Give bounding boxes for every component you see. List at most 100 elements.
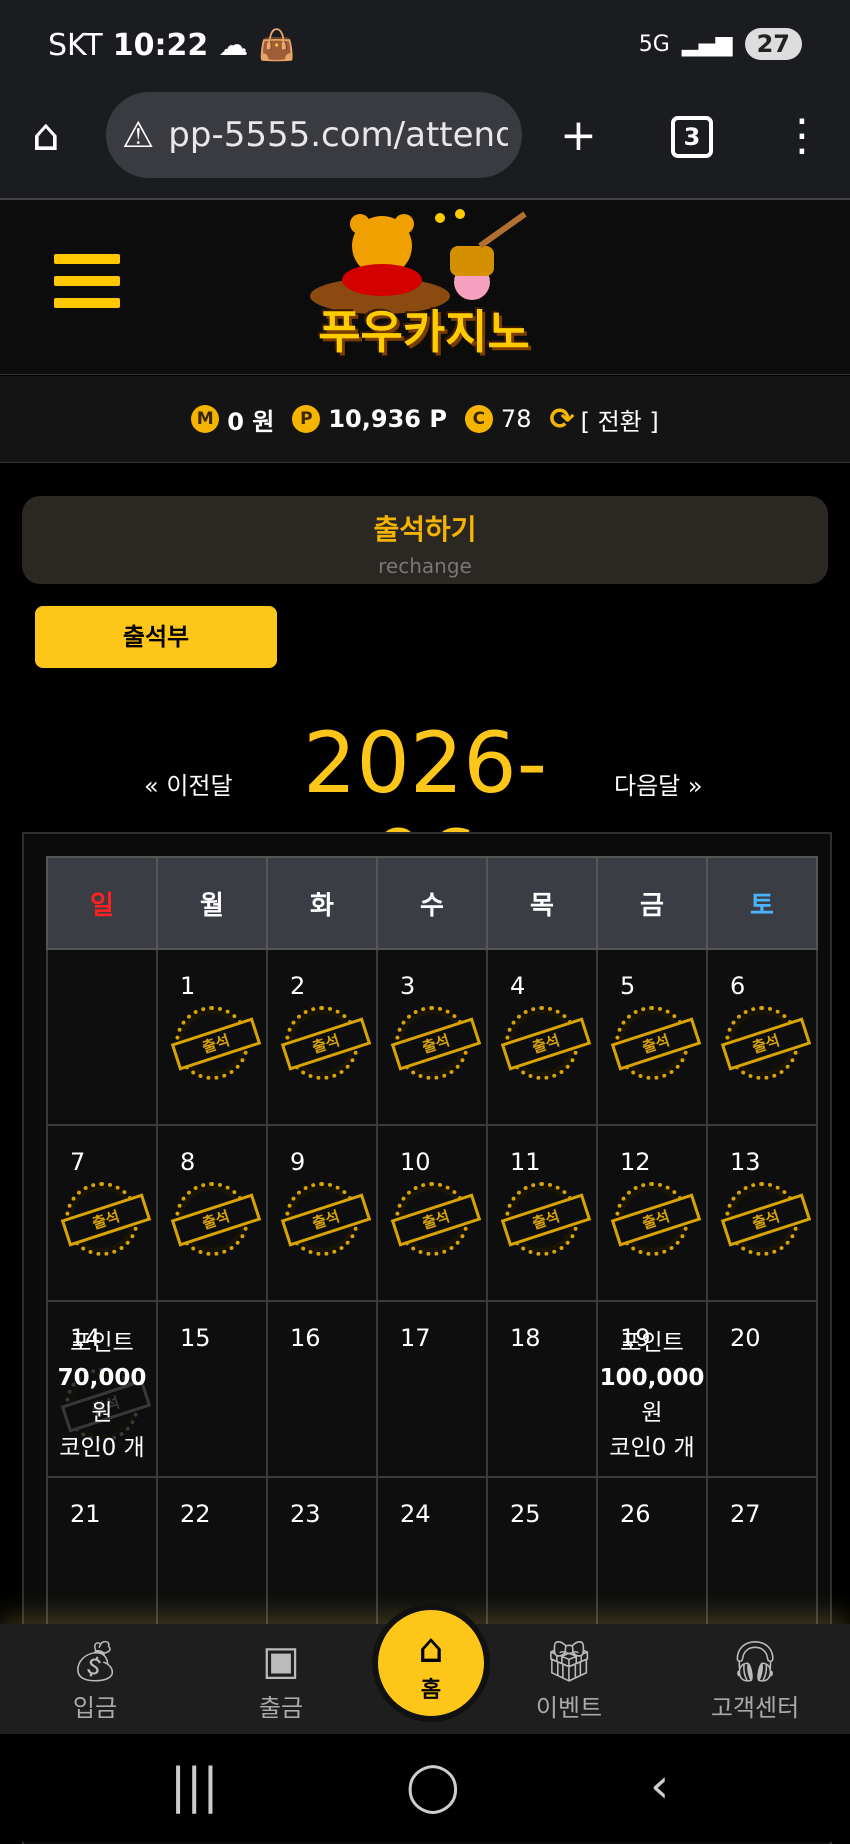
- calendar-day[interactable]: 8 출석: [156, 1124, 268, 1302]
- gift-icon[interactable]: 🎁︎: [504, 1638, 634, 1688]
- weekday-sunday: 일: [46, 856, 158, 950]
- nav-home-button[interactable]: ⌂ 홈: [372, 1604, 490, 1722]
- day-number: 7: [70, 1148, 86, 1176]
- weekday-monday: 월: [156, 856, 268, 950]
- calendar-day[interactable]: 3 출석: [376, 948, 488, 1126]
- atm-icon[interactable]: ▣: [216, 1638, 346, 1688]
- day-number: 17: [400, 1324, 431, 1352]
- calendar-day[interactable]: 19 포인트 100,000 원 코인0 개: [596, 1300, 708, 1478]
- attendance-header: 출석하기 rechange: [22, 496, 828, 584]
- attendance-stamp-icon: 출석: [610, 1182, 702, 1256]
- page-subtitle: rechange: [378, 554, 472, 578]
- calendar-day[interactable]: 12 출석: [596, 1124, 708, 1302]
- calendar-day[interactable]: 17: [376, 1300, 488, 1478]
- address-bar[interactable]: ⚠ pp-5555.com/attend: [106, 92, 522, 178]
- calendar-day[interactable]: 13 출석: [706, 1124, 818, 1302]
- network-type: 5G: [638, 31, 670, 57]
- day-number: 23: [290, 1500, 321, 1528]
- day-number: 22: [180, 1500, 211, 1528]
- signal-icon: ▂▄▆: [681, 31, 733, 57]
- day-number: 13: [730, 1148, 761, 1176]
- point-icon: P: [292, 405, 321, 433]
- warning-icon[interactable]: ⚠: [122, 115, 154, 156]
- calendar-day[interactable]: 5 출석: [596, 948, 708, 1126]
- calendar-week: 1 출석 2 출석 3 출석 4 출석 5 출석 6 출석: [46, 948, 818, 1126]
- attendance-stamp-icon: 출석: [170, 1182, 262, 1256]
- calendar-day[interactable]: 14 출석 포인트 70,000 원 코인0 개: [46, 1300, 158, 1478]
- attendance-stamp-icon: 출석: [60, 1182, 152, 1256]
- recent-apps-icon[interactable]: |||: [170, 1758, 219, 1814]
- calendar-day[interactable]: 15: [156, 1300, 268, 1478]
- calendar-day[interactable]: 6 출석: [706, 948, 818, 1126]
- status-bar: SKT 10:22 ☁ 👜 5G ▂▄▆ 27: [0, 0, 850, 92]
- day-number: 21: [70, 1500, 101, 1528]
- convert-button[interactable]: ⟳ [ 전환 ]: [549, 402, 658, 437]
- month-navigation: « 이전달 2026-06 다음달 »: [0, 714, 850, 910]
- balance-bar: M 0 원 P 10,936 P C 78 ⟳ [ 전환 ]: [0, 376, 850, 463]
- calendar-day[interactable]: 1 출석: [156, 948, 268, 1126]
- nav-support[interactable]: 🎧︎ 고객센터: [690, 1638, 820, 1723]
- calendar-day-empty: [46, 948, 158, 1126]
- home-icon[interactable]: ⌂: [378, 1626, 484, 1672]
- logo-text: 푸우카지노: [318, 305, 530, 359]
- nav-event[interactable]: 🎁︎ 이벤트: [504, 1638, 634, 1723]
- attendance-stamp-icon: 출석: [610, 1006, 702, 1080]
- url-text[interactable]: pp-5555.com/attend: [168, 115, 508, 155]
- money-icon: M: [191, 405, 220, 433]
- tab-count-button[interactable]: 3: [671, 116, 713, 158]
- day-number: 24: [400, 1500, 431, 1528]
- calendar-day[interactable]: 11 출석: [486, 1124, 598, 1302]
- back-icon[interactable]: ‹: [650, 1758, 669, 1814]
- calendar-day[interactable]: 2 출석: [266, 948, 378, 1126]
- calendar-day[interactable]: 18: [486, 1300, 598, 1478]
- day-number: 1: [180, 972, 196, 1000]
- hamburger-menu-icon[interactable]: [54, 254, 120, 320]
- weekday-tuesday: 화: [266, 856, 378, 950]
- point-balance: P 10,936 P: [292, 405, 447, 433]
- page-title: 출석하기: [373, 513, 477, 546]
- headset-icon[interactable]: 🎧︎: [690, 1638, 820, 1688]
- next-month-link[interactable]: 다음달 »: [614, 766, 703, 801]
- system-home-icon[interactable]: ◯: [406, 1758, 460, 1814]
- weekday-saturday: 토: [706, 856, 818, 950]
- nav-withdraw[interactable]: ▣ 출금: [216, 1638, 346, 1723]
- more-menu-icon[interactable]: ⋮: [780, 110, 824, 161]
- site-logo[interactable]: 푸우카지노: [300, 206, 548, 366]
- attendance-stamp-icon: 출석: [500, 1006, 592, 1080]
- site-header: 푸우카지노: [0, 200, 850, 375]
- attendance-stamp-icon: 출석: [720, 1182, 812, 1256]
- day-number: 27: [730, 1500, 761, 1528]
- previous-month-link[interactable]: « 이전달: [144, 766, 233, 801]
- day-number: 6: [730, 972, 746, 1000]
- attendance-stamp-icon: 출석: [390, 1006, 482, 1080]
- attendance-stamp-icon: 출석: [280, 1006, 372, 1080]
- home-icon[interactable]: ⌂: [32, 110, 60, 161]
- day-number: 16: [290, 1324, 321, 1352]
- money-bag-icon[interactable]: 💰︎: [30, 1638, 160, 1688]
- carrier: SKT: [48, 28, 103, 63]
- day-number: 5: [620, 972, 636, 1000]
- day-number: 25: [510, 1500, 541, 1528]
- attendance-book-button[interactable]: 출석부: [35, 606, 277, 668]
- browser-toolbar: ⌂ ⚠ pp-5555.com/attend + 3 ⋮: [0, 92, 850, 200]
- attendance-calendar: 일 월 화 수 목 금 토 1 출석 2 출석 3 출석 4 출석 5 출석 6 출석: [46, 856, 818, 1654]
- system-navigation-bar: ||| ◯ ‹: [0, 1734, 850, 1842]
- new-tab-icon[interactable]: +: [560, 110, 597, 161]
- calendar-day[interactable]: 20: [706, 1300, 818, 1478]
- calendar-week: 14 출석 포인트 70,000 원 코인0 개 15 16 17 18 19: [46, 1300, 818, 1478]
- day-number: 4: [510, 972, 526, 1000]
- day-number: 26: [620, 1500, 651, 1528]
- cloud-icon: ☁: [218, 28, 249, 63]
- weekday-friday: 금: [596, 856, 708, 950]
- calendar-day[interactable]: 9 출석: [266, 1124, 378, 1302]
- weekday-thursday: 목: [486, 856, 598, 950]
- weekday-header-row: 일 월 화 수 목 금 토: [46, 856, 818, 950]
- calendar-day[interactable]: 4 출석: [486, 948, 598, 1126]
- nav-deposit[interactable]: 💰︎ 입금: [30, 1638, 160, 1723]
- calendar-day[interactable]: 16: [266, 1300, 378, 1478]
- refresh-icon[interactable]: ⟳: [549, 402, 574, 437]
- day-number: 12: [620, 1148, 651, 1176]
- attendance-stamp-icon: 출석: [500, 1182, 592, 1256]
- calendar-day[interactable]: 7 출석: [46, 1124, 158, 1302]
- calendar-day[interactable]: 10 출석: [376, 1124, 488, 1302]
